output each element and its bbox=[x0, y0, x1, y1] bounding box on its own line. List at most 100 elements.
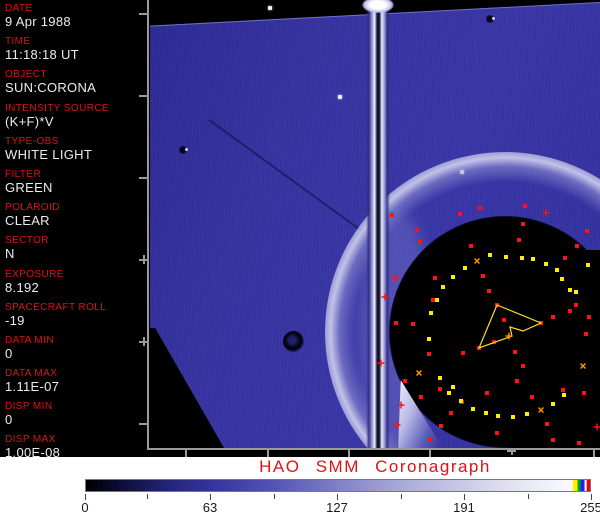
yellow-star-dot bbox=[562, 393, 566, 397]
yellow-star-dot bbox=[560, 277, 564, 281]
red-star-dot bbox=[411, 322, 415, 326]
metadata-value: 0 bbox=[5, 346, 146, 361]
colorbar-minor-tick bbox=[147, 494, 148, 499]
red-star-dot bbox=[521, 222, 525, 226]
colorbar-tick-label: 191 bbox=[453, 500, 475, 512]
metadata-label: DATA MIN bbox=[5, 335, 146, 346]
orange-x-mark bbox=[472, 256, 482, 266]
metadata-label: TIME bbox=[5, 36, 146, 47]
metadata-value: N bbox=[5, 246, 146, 261]
red-star-dot bbox=[427, 352, 431, 356]
yellow-star-dot bbox=[551, 402, 555, 406]
yellow-star-dot bbox=[520, 256, 524, 260]
bottom-tick bbox=[429, 450, 431, 457]
colorbar-tick-label: 0 bbox=[81, 500, 88, 512]
yellow-star-dot bbox=[555, 268, 559, 272]
red-star-dot bbox=[469, 244, 473, 248]
red-star-dot bbox=[431, 298, 435, 302]
metadata-value: GREEN bbox=[5, 180, 146, 195]
left-tick bbox=[139, 423, 147, 425]
red-star-dot bbox=[415, 228, 419, 232]
red-star-dot bbox=[438, 387, 442, 391]
red-star-dot bbox=[530, 395, 534, 399]
yellow-star-dot bbox=[568, 288, 572, 292]
footer-band: HAO SMM Coronagraph 063127191255 bbox=[0, 457, 600, 512]
yellow-star-dot bbox=[586, 263, 590, 267]
metadata-value: CLEAR bbox=[5, 213, 146, 228]
metadata-value: 1.11E-07 bbox=[5, 379, 146, 394]
red-star-dot bbox=[574, 303, 578, 307]
red-plus-mark bbox=[392, 275, 399, 282]
yellow-star-dot bbox=[441, 285, 445, 289]
metadata-label: DISP MAX bbox=[5, 434, 146, 445]
colorbar-minor-tick bbox=[274, 494, 275, 499]
metadata-label: SPACECRAFT ROLL bbox=[5, 302, 146, 313]
red-star-dot bbox=[563, 256, 567, 260]
bottom-tick bbox=[185, 450, 187, 457]
metadata-value: WHITE LIGHT bbox=[5, 147, 146, 162]
metadata-field: TYPE-OBSWHITE LIGHT bbox=[5, 136, 146, 162]
red-star-dot bbox=[502, 318, 506, 322]
yellow-star-dot bbox=[496, 414, 500, 418]
red-star-dot bbox=[521, 364, 525, 368]
colorbar-tick-label: 63 bbox=[203, 500, 217, 512]
metadata-field: DATE9 Apr 1988 bbox=[5, 3, 146, 29]
red-plus-mark bbox=[394, 422, 401, 429]
red-plus-mark bbox=[594, 424, 600, 431]
red-star-dot bbox=[551, 315, 555, 319]
colorbar-tick-label: 255 bbox=[580, 500, 600, 512]
yellow-star-dot bbox=[525, 412, 529, 416]
metadata-label: INTENSITY SOURCE bbox=[5, 103, 146, 114]
colorbar-tick-label: 127 bbox=[326, 500, 348, 512]
red-star-dot bbox=[418, 240, 422, 244]
red-star-dot bbox=[428, 437, 432, 441]
pointing-polygon bbox=[479, 305, 541, 348]
metadata-label: POLAROID bbox=[5, 202, 146, 213]
red-plus-mark bbox=[543, 210, 550, 217]
red-plus-mark bbox=[382, 294, 389, 301]
red-star-dot bbox=[523, 204, 527, 208]
yellow-star-dot bbox=[504, 255, 508, 259]
left-axis-line bbox=[147, 0, 149, 450]
left-plus-mark bbox=[139, 255, 148, 264]
metadata-field: SPACECRAFT ROLL-19 bbox=[5, 302, 146, 328]
left-plus-mark bbox=[139, 337, 148, 346]
yellow-star-dot bbox=[429, 311, 433, 315]
bottom-axis-line bbox=[147, 448, 600, 450]
red-star-dot bbox=[561, 388, 565, 392]
red-star-dot bbox=[461, 351, 465, 355]
metadata-label: TYPE-OBS bbox=[5, 136, 146, 147]
yellow-star-dot bbox=[471, 407, 475, 411]
metadata-field: DATA MIN0 bbox=[5, 335, 146, 361]
yellow-star-dot bbox=[463, 266, 467, 270]
red-star-dot bbox=[390, 213, 394, 217]
yellow-star-dot bbox=[459, 399, 463, 403]
metadata-value: 8.192 bbox=[5, 280, 146, 295]
bottom-tick bbox=[593, 450, 595, 457]
metadata-value: (K+F)*V bbox=[5, 114, 146, 129]
red-star-dot bbox=[513, 350, 517, 354]
red-star-dot bbox=[485, 391, 489, 395]
orange-x-mark bbox=[414, 368, 424, 378]
red-star-dot bbox=[419, 395, 423, 399]
colorbar-gradient bbox=[85, 479, 591, 492]
yellow-star-dot bbox=[438, 376, 442, 380]
yellow-star-dot bbox=[544, 262, 548, 266]
red-star-dot bbox=[439, 424, 443, 428]
metadata-value: 11:18:18 UT bbox=[5, 47, 146, 62]
red-star-dot bbox=[481, 274, 485, 278]
metadata-value: 9 Apr 1988 bbox=[5, 14, 146, 29]
metadata-value: SUN:CORONA bbox=[5, 80, 146, 95]
orange-x-mark bbox=[536, 405, 546, 415]
red-star-dot bbox=[394, 321, 398, 325]
metadata-field: INTENSITY SOURCE(K+F)*V bbox=[5, 103, 146, 129]
left-tick bbox=[139, 95, 147, 97]
red-star-dot bbox=[517, 238, 521, 242]
red-star-dot bbox=[551, 438, 555, 442]
orange-x-mark bbox=[578, 361, 588, 371]
metadata-value: 0 bbox=[5, 412, 146, 427]
metadata-field: TIME11:18:18 UT bbox=[5, 36, 146, 62]
yellow-star-dot bbox=[447, 391, 451, 395]
yellow-star-dot bbox=[427, 337, 431, 341]
coronagraph-image-area[interactable] bbox=[150, 0, 600, 448]
